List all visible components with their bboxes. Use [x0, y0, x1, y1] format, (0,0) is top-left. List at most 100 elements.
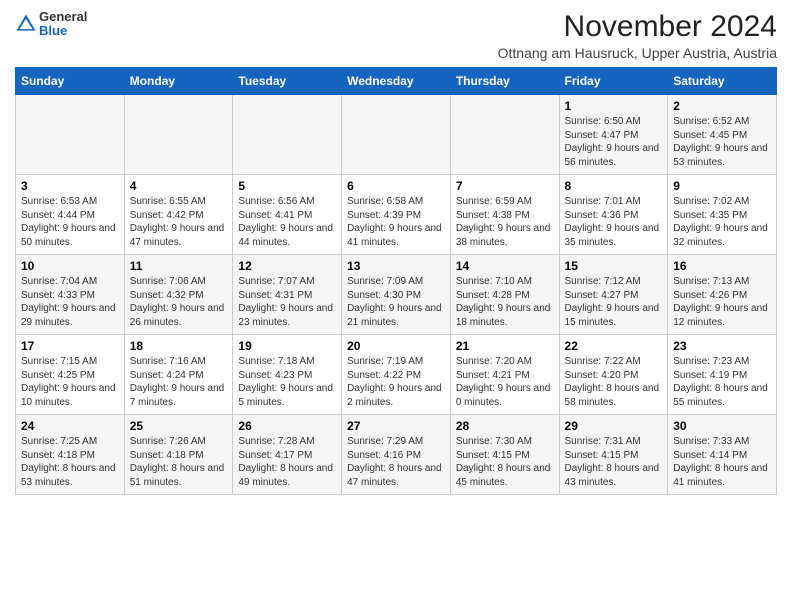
day-info: Sunrise: 7:06 AM Sunset: 4:32 PM Dayligh…: [130, 275, 228, 329]
day-number: 25: [130, 419, 228, 433]
day-of-week-header: Saturday: [668, 68, 777, 95]
day-number: 6: [347, 179, 445, 193]
calendar-day-cell: 19Sunrise: 7:18 AM Sunset: 4:23 PM Dayli…: [233, 335, 342, 415]
calendar-week-row: 17Sunrise: 7:15 AM Sunset: 4:25 PM Dayli…: [16, 335, 777, 415]
day-number: 1: [565, 99, 663, 113]
day-info: Sunrise: 7:26 AM Sunset: 4:18 PM Dayligh…: [130, 435, 228, 489]
calendar-day-cell: [233, 95, 342, 175]
day-info: Sunrise: 7:31 AM Sunset: 4:15 PM Dayligh…: [565, 435, 663, 489]
day-of-week-header: Friday: [559, 68, 668, 95]
day-number: 27: [347, 419, 445, 433]
calendar-day-cell: 20 Sunrise: 7:19 AM Sunset: 4:22 PM Dayli…: [342, 335, 451, 415]
location-subtitle: Ottnang am Hausruck, Upper Austria, Aust…: [498, 45, 777, 61]
calendar-day-cell: 10 Sunrise: 7:04 AM Sunset: 4:33 PM Dayli…: [16, 255, 125, 335]
calendar-day-cell: 1 Sunrise: 6:50 AM Sunset: 4:47 PM Daylig…: [559, 95, 668, 175]
day-number: 17: [21, 339, 119, 353]
day-number: 16: [673, 259, 771, 273]
day-number: 20: [347, 339, 445, 353]
day-info: Sunrise: 7:04 AM Sunset: 4:33 PM Dayligh…: [21, 275, 119, 329]
day-info: Sunrise: 6:56 AM Sunset: 4:41 PM Dayligh…: [238, 195, 336, 249]
calendar-day-cell: [342, 95, 451, 175]
day-info: Sunrise: 7:19 AM Sunset: 4:22 PM Dayligh…: [347, 355, 445, 409]
calendar-day-cell: 11 Sunrise: 7:06 AM Sunset: 4:32 PM Dayli…: [124, 255, 233, 335]
day-of-week-header: Tuesday: [233, 68, 342, 95]
day-number: 4: [130, 179, 228, 193]
calendar-week-row: 24 Sunrise: 7:25 AM Sunset: 4:18 PM Dayli…: [16, 415, 777, 495]
calendar-week-row: 10 Sunrise: 7:04 AM Sunset: 4:33 PM Dayli…: [16, 255, 777, 335]
calendar-day-cell: 16 Sunrise: 7:13 AM Sunset: 4:26 PM Dayli…: [668, 255, 777, 335]
calendar-day-cell: 4 Sunrise: 6:55 AM Sunset: 4:42 PM Daylig…: [124, 175, 233, 255]
day-number: 19: [238, 339, 336, 353]
logo: General Blue: [15, 10, 87, 39]
day-number: 23: [673, 339, 771, 353]
calendar-day-cell: 17Sunrise: 7:15 AM Sunset: 4:25 PM Dayli…: [16, 335, 125, 415]
calendar-day-cell: [16, 95, 125, 175]
day-info: Sunrise: 7:28 AM Sunset: 4:17 PM Dayligh…: [238, 435, 336, 489]
calendar-day-cell: [450, 95, 559, 175]
day-number: 2: [673, 99, 771, 113]
calendar-day-cell: 22 Sunrise: 7:22 AM Sunset: 4:20 PM Dayli…: [559, 335, 668, 415]
day-info: Sunrise: 6:55 AM Sunset: 4:42 PM Dayligh…: [130, 195, 228, 249]
day-info: Sunrise: 6:52 AM Sunset: 4:45 PM Dayligh…: [673, 115, 771, 169]
calendar-day-cell: 24 Sunrise: 7:25 AM Sunset: 4:18 PM Dayli…: [16, 415, 125, 495]
logo-icon: [15, 13, 37, 35]
day-number: 11: [130, 259, 228, 273]
day-info: Sunrise: 6:58 AM Sunset: 4:39 PM Dayligh…: [347, 195, 445, 249]
day-number: 18: [130, 339, 228, 353]
day-info: Sunrise: 7:09 AM Sunset: 4:30 PM Dayligh…: [347, 275, 445, 329]
day-number: 26: [238, 419, 336, 433]
calendar-day-cell: 23 Sunrise: 7:23 AM Sunset: 4:19 PM Dayli…: [668, 335, 777, 415]
day-info: Sunrise: 7:10 AM Sunset: 4:28 PM Dayligh…: [456, 275, 554, 329]
calendar-day-cell: 6 Sunrise: 6:58 AM Sunset: 4:39 PM Daylig…: [342, 175, 451, 255]
calendar-day-cell: 28Sunrise: 7:30 AM Sunset: 4:15 PM Dayli…: [450, 415, 559, 495]
day-number: 24: [21, 419, 119, 433]
day-info: Sunrise: 7:22 AM Sunset: 4:20 PM Dayligh…: [565, 355, 663, 409]
calendar-day-cell: 5 Sunrise: 6:56 AM Sunset: 4:41 PM Daylig…: [233, 175, 342, 255]
calendar-day-cell: 25 Sunrise: 7:26 AM Sunset: 4:18 PM Dayli…: [124, 415, 233, 495]
day-of-week-header: Monday: [124, 68, 233, 95]
title-block: November 2024 Ottnang am Hausruck, Upper…: [498, 10, 777, 61]
day-info: Sunrise: 7:16 AM Sunset: 4:24 PM Dayligh…: [130, 355, 228, 409]
month-year-title: November 2024: [498, 10, 777, 43]
calendar-day-cell: 7 Sunrise: 6:59 AM Sunset: 4:38 PM Daylig…: [450, 175, 559, 255]
header-row: SundayMondayTuesdayWednesdayThursdayFrid…: [16, 68, 777, 95]
calendar-day-cell: 13 Sunrise: 7:09 AM Sunset: 4:30 PM Dayli…: [342, 255, 451, 335]
day-number: 12: [238, 259, 336, 273]
calendar-body: 1 Sunrise: 6:50 AM Sunset: 4:47 PM Daylig…: [16, 95, 777, 495]
calendar-day-cell: 15Sunrise: 7:12 AM Sunset: 4:27 PM Dayli…: [559, 255, 668, 335]
day-info: Sunrise: 7:23 AM Sunset: 4:19 PM Dayligh…: [673, 355, 771, 409]
calendar-day-cell: 27 Sunrise: 7:29 AM Sunset: 4:16 PM Dayli…: [342, 415, 451, 495]
day-number: 15: [565, 259, 663, 273]
day-number: 30: [673, 419, 771, 433]
calendar-header: SundayMondayTuesdayWednesdayThursdayFrid…: [16, 68, 777, 95]
day-info: Sunrise: 7:07 AM Sunset: 4:31 PM Dayligh…: [238, 275, 336, 329]
calendar-day-cell: 9Sunrise: 7:02 AM Sunset: 4:35 PM Daylig…: [668, 175, 777, 255]
calendar-day-cell: 30Sunrise: 7:33 AM Sunset: 4:14 PM Dayli…: [668, 415, 777, 495]
day-number: 8: [565, 179, 663, 193]
calendar-day-cell: 14Sunrise: 7:10 AM Sunset: 4:28 PM Dayli…: [450, 255, 559, 335]
calendar-day-cell: 26 Sunrise: 7:28 AM Sunset: 4:17 PM Dayli…: [233, 415, 342, 495]
day-number: 13: [347, 259, 445, 273]
day-number: 5: [238, 179, 336, 193]
day-of-week-header: Wednesday: [342, 68, 451, 95]
day-info: Sunrise: 6:59 AM Sunset: 4:38 PM Dayligh…: [456, 195, 554, 249]
day-info: Sunrise: 7:25 AM Sunset: 4:18 PM Dayligh…: [21, 435, 119, 489]
day-of-week-header: Sunday: [16, 68, 125, 95]
day-number: 22: [565, 339, 663, 353]
day-info: Sunrise: 6:53 AM Sunset: 4:44 PM Dayligh…: [21, 195, 119, 249]
calendar-day-cell: 29Sunrise: 7:31 AM Sunset: 4:15 PM Dayli…: [559, 415, 668, 495]
day-info: Sunrise: 6:50 AM Sunset: 4:47 PM Dayligh…: [565, 115, 663, 169]
day-info: Sunrise: 7:30 AM Sunset: 4:15 PM Dayligh…: [456, 435, 554, 489]
calendar-day-cell: 12 Sunrise: 7:07 AM Sunset: 4:31 PM Dayli…: [233, 255, 342, 335]
day-info: Sunrise: 7:13 AM Sunset: 4:26 PM Dayligh…: [673, 275, 771, 329]
calendar-day-cell: 3Sunrise: 6:53 AM Sunset: 4:44 PM Daylig…: [16, 175, 125, 255]
day-info: Sunrise: 7:29 AM Sunset: 4:16 PM Dayligh…: [347, 435, 445, 489]
day-info: Sunrise: 7:01 AM Sunset: 4:36 PM Dayligh…: [565, 195, 663, 249]
calendar-day-cell: 2 Sunrise: 6:52 AM Sunset: 4:45 PM Daylig…: [668, 95, 777, 175]
logo-text: General Blue: [39, 10, 87, 39]
day-number: 10: [21, 259, 119, 273]
day-number: 7: [456, 179, 554, 193]
calendar-day-cell: 21Sunrise: 7:20 AM Sunset: 4:21 PM Dayli…: [450, 335, 559, 415]
day-number: 21: [456, 339, 554, 353]
calendar-day-cell: 18 Sunrise: 7:16 AM Sunset: 4:24 PM Dayli…: [124, 335, 233, 415]
